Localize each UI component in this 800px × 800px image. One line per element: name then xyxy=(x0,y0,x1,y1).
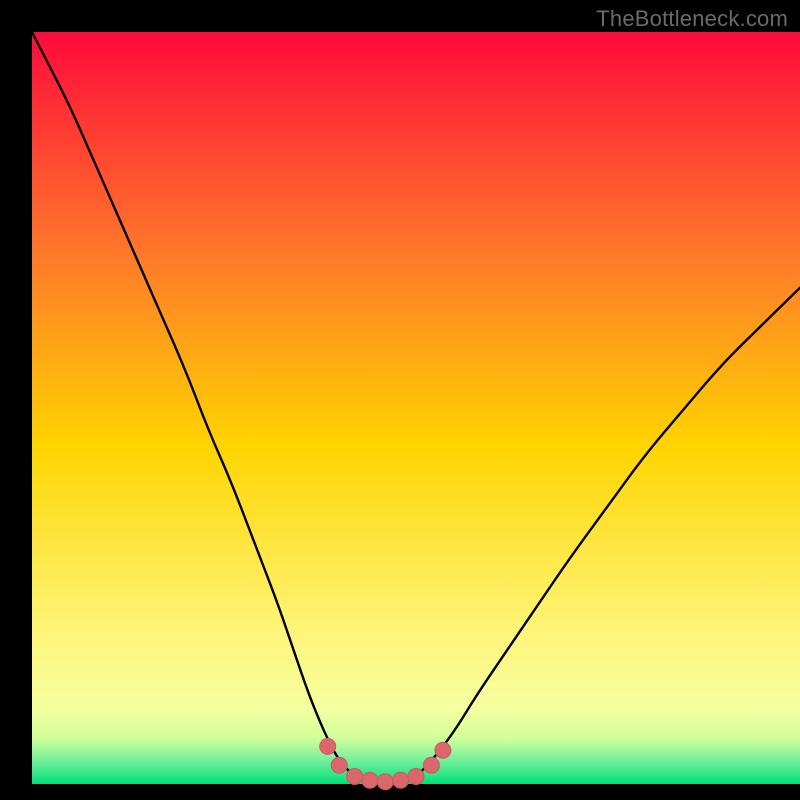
marker-dot xyxy=(347,769,363,785)
marker-dot xyxy=(423,757,439,773)
marker-dot xyxy=(408,769,424,785)
marker-dot xyxy=(320,738,336,754)
marker-dot xyxy=(362,772,378,788)
marker-dot xyxy=(377,774,393,790)
attribution-label: TheBottleneck.com xyxy=(596,6,788,32)
marker-dot xyxy=(331,757,347,773)
bottleneck-chart xyxy=(0,0,800,800)
marker-dot xyxy=(435,742,451,758)
chart-frame: TheBottleneck.com xyxy=(0,0,800,800)
marker-dot xyxy=(393,772,409,788)
